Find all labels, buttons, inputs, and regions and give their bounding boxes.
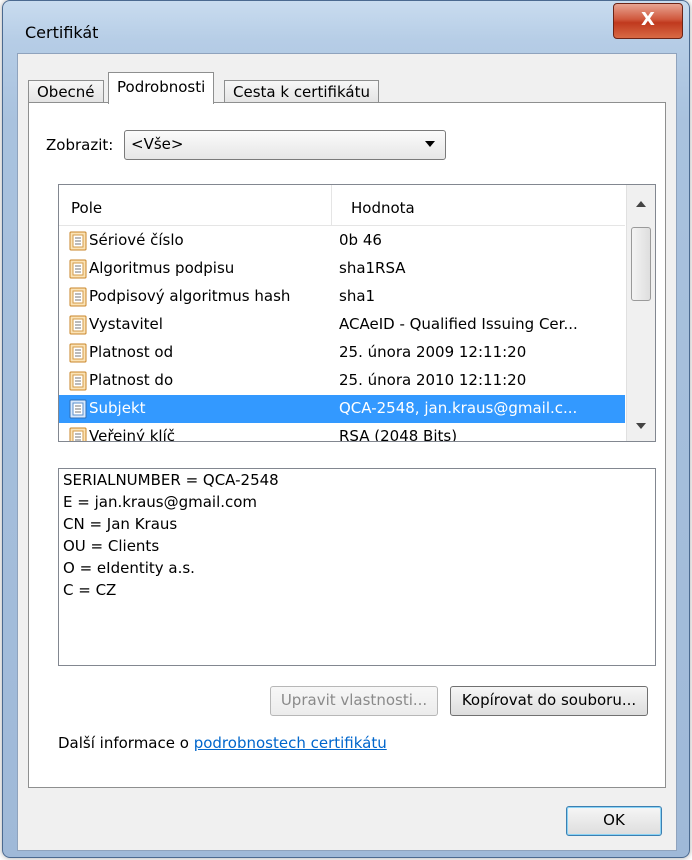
certificate-details-link[interactable]: podrobnostech certifikátu (194, 734, 387, 752)
row-field: Sériové číslo (89, 231, 184, 249)
row-value: ACAeID - Qualified Issuing Cer... (339, 315, 578, 333)
certificate-window: Certifikát X Obecné Podrobnosti Cesta k … (2, 0, 690, 858)
detail-line: OU = Clients (63, 537, 160, 555)
vertical-scrollbar[interactable] (626, 185, 655, 441)
show-dropdown-value: <Vše> (131, 135, 184, 153)
row-value: 25. února 2009 12:11:20 (339, 343, 527, 361)
list-row[interactable]: Vystavitel ACAeID - Qualified Issuing Cer… (59, 311, 625, 339)
certificate-field-icon (69, 231, 87, 251)
row-value: RSA (2048 Bits) (339, 427, 458, 442)
row-value: QCA-2548, jan.kraus@gmail.c... (339, 399, 578, 417)
copy-to-file-button[interactable]: Kopírovat do souboru... (450, 686, 648, 716)
row-field: Veřejný klíč (89, 427, 175, 442)
fields-list[interactable]: Pole Hodnota Sériové číslo 0b 46 Algoritmu… (58, 184, 656, 442)
row-field: Platnost od (89, 343, 174, 361)
list-row[interactable]: Veřejný klíč RSA (2048 Bits) (59, 423, 625, 442)
certificate-field-icon (69, 259, 87, 279)
edit-properties-button[interactable]: Upravit vlastnosti... (270, 686, 438, 716)
list-row[interactable]: Podpisový algoritmus hash sha1 (59, 283, 625, 311)
scroll-thumb[interactable] (631, 227, 651, 301)
row-field: Podpisový algoritmus hash (89, 287, 291, 305)
column-divider (331, 185, 332, 225)
window-title: Certifikát (25, 23, 99, 42)
more-info-text: Další informace o (58, 734, 194, 752)
ok-button[interactable]: OK (566, 806, 662, 836)
row-field: Algoritmus podpisu (89, 259, 235, 277)
row-value: 25. února 2010 12:11:20 (339, 371, 527, 389)
row-field: Vystavitel (89, 315, 163, 333)
certificate-field-icon (69, 399, 87, 419)
column-header-value[interactable]: Hodnota (351, 199, 415, 217)
show-label: Zobrazit: (46, 136, 114, 154)
certificate-field-icon (69, 427, 87, 441)
list-row[interactable]: Platnost do 25. února 2010 12:11:20 (59, 367, 625, 395)
show-dropdown[interactable]: <Vše> (124, 130, 446, 160)
list-row[interactable]: Algoritmus podpisu sha1RSA (59, 255, 625, 283)
detail-line: CN = Jan Kraus (63, 515, 178, 533)
row-value: 0b 46 (339, 231, 382, 249)
list-row[interactable]: Platnost od 25. února 2009 12:11:20 (59, 339, 625, 367)
close-button[interactable]: X (613, 3, 683, 39)
list-header: Pole Hodnota (59, 185, 625, 226)
dialog-client-area: Obecné Podrobnosti Cesta k certifikátu Z… (17, 53, 677, 851)
certificate-field-icon (69, 315, 87, 335)
detail-line: C = CZ (63, 581, 117, 599)
list-row[interactable]: Sériové číslo 0b 46 (59, 227, 625, 255)
detail-line: SERIALNUMBER = QCA-2548 (63, 471, 279, 489)
certificate-field-icon (69, 343, 87, 363)
column-header-field[interactable]: Pole (71, 199, 102, 217)
tab-general[interactable]: Obecné (28, 80, 104, 103)
tab-details[interactable]: Podrobnosti (108, 72, 215, 104)
row-value: sha1RSA (339, 259, 406, 277)
detail-line: O = eIdentity a.s. (63, 559, 195, 577)
field-detail-box[interactable]: SERIALNUMBER = QCA-2548 E = jan.kraus@gm… (58, 468, 656, 666)
row-field: Platnost do (89, 371, 174, 389)
row-field: Subjekt (89, 399, 146, 417)
certificate-field-icon (69, 287, 87, 307)
certificate-field-icon (69, 371, 87, 391)
tab-certification-path[interactable]: Cesta k certifikátu (224, 80, 379, 103)
row-value: sha1 (339, 287, 376, 305)
scroll-down-icon[interactable] (636, 423, 646, 429)
chevron-down-icon (425, 141, 435, 147)
more-info: Další informace o podrobnostech certifik… (58, 734, 387, 752)
list-row[interactable]: Subjekt QCA-2548, jan.kraus@gmail.c... (59, 395, 625, 423)
detail-line: E = jan.kraus@gmail.com (63, 493, 258, 511)
scroll-up-icon[interactable] (636, 201, 646, 207)
